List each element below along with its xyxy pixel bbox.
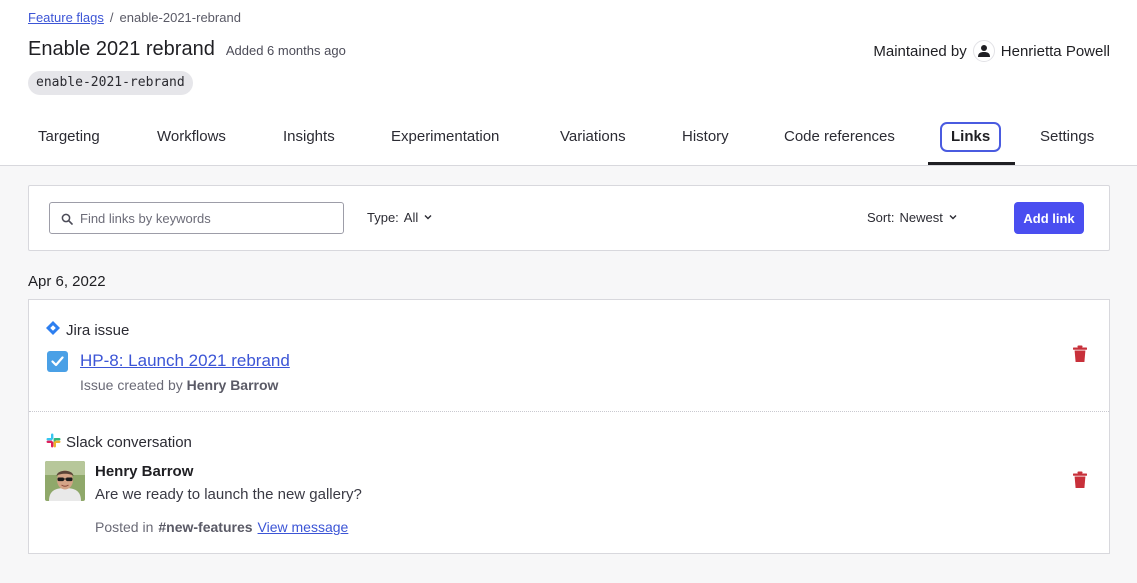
checkbox-icon — [47, 351, 68, 372]
trash-icon — [1073, 345, 1087, 362]
filter-bar: Type: All Sort: Newest Add link — [28, 185, 1110, 251]
maintainer: Maintained by Henrietta Powell — [873, 40, 1110, 62]
sort-label: Sort: — [867, 210, 895, 225]
tab-experimentation[interactable]: Experimentation — [391, 118, 499, 155]
list-item-slack: Slack conversation Henry Barrow Are we r… — [29, 412, 1109, 554]
issue-meta: Issue created by Henry Barrow — [80, 377, 278, 393]
link-kind-label: Jira issue — [66, 321, 130, 339]
tab-history[interactable]: History — [682, 118, 729, 155]
link-kind: Slack conversation — [46, 433, 192, 452]
jira-icon — [46, 321, 60, 339]
tab-links[interactable]: Links — [940, 118, 1002, 155]
maintainer-label: Maintained by — [873, 42, 967, 60]
page-title: Enable 2021 rebrand — [28, 38, 215, 60]
search-icon — [61, 212, 73, 230]
avatar — [45, 461, 85, 501]
trash-icon — [1073, 471, 1087, 488]
breadcrumb-feature-flags-link[interactable]: Feature flags — [28, 10, 104, 25]
posted-prefix: Posted in — [95, 519, 154, 535]
type-filter-label: Type: — [367, 210, 399, 225]
message-author: Henry Barrow — [95, 463, 194, 480]
channel-name: #new-features — [158, 519, 253, 535]
page-header: Feature flags / enable-2021-rebrand Enab… — [0, 0, 1137, 166]
add-link-button[interactable]: Add link — [1014, 202, 1084, 234]
user-icon — [972, 40, 995, 62]
posted-meta: Posted in #new-features View message — [95, 519, 348, 535]
link-kind: Jira issue — [46, 321, 129, 339]
tab-insights[interactable]: Insights — [283, 118, 335, 155]
list-item-jira: Jira issue HP-8: Launch 2021 rebrand Iss… — [29, 300, 1109, 412]
breadcrumb-current: enable-2021-rebrand — [119, 10, 241, 25]
date-group-heading: Apr 6, 2022 — [28, 273, 106, 290]
slack-icon — [46, 433, 61, 452]
flag-key-chip[interactable]: enable-2021-rebrand — [28, 71, 193, 95]
sort-value: Newest — [899, 210, 943, 225]
jira-issue-link[interactable]: HP-8: Launch 2021 rebrand — [80, 351, 290, 371]
search-input[interactable] — [80, 203, 338, 233]
search-box[interactable] — [49, 202, 344, 234]
active-tab-indicator — [928, 162, 1015, 165]
type-filter-value: All — [403, 210, 419, 225]
message-text: Are we ready to launch the new gallery? — [95, 486, 362, 503]
maintainer-name[interactable]: Henrietta Powell — [1001, 43, 1110, 60]
chevron-down-icon — [423, 210, 433, 225]
view-message-link[interactable]: View message — [258, 519, 349, 535]
title-row: Enable 2021 rebrand Added 6 months ago — [28, 38, 346, 61]
delete-link-button[interactable] — [1072, 471, 1088, 489]
tab-code-references[interactable]: Code references — [784, 118, 895, 155]
tab-variations[interactable]: Variations — [560, 118, 626, 155]
added-timestamp: Added 6 months ago — [225, 43, 346, 58]
tab-settings[interactable]: Settings — [1040, 118, 1094, 155]
type-filter-dropdown[interactable]: Type: All — [367, 210, 433, 225]
delete-link-button[interactable] — [1072, 345, 1088, 363]
issue-meta-author: Henry Barrow — [186, 377, 279, 393]
chevron-down-icon — [948, 210, 958, 225]
link-kind-label: Slack conversation — [66, 434, 192, 451]
sort-dropdown[interactable]: Sort: Newest — [867, 210, 958, 225]
tab-targeting[interactable]: Targeting — [38, 118, 100, 155]
links-list: Jira issue HP-8: Launch 2021 rebrand Iss… — [28, 299, 1110, 554]
breadcrumb-separator: / — [109, 10, 114, 25]
tab-bar: Targeting Workflows Insights Experimenta… — [0, 118, 1137, 166]
issue-meta-prefix: Issue created by — [80, 377, 183, 393]
breadcrumb: Feature flags / enable-2021-rebrand — [28, 10, 241, 25]
tab-workflows[interactable]: Workflows — [157, 118, 226, 155]
